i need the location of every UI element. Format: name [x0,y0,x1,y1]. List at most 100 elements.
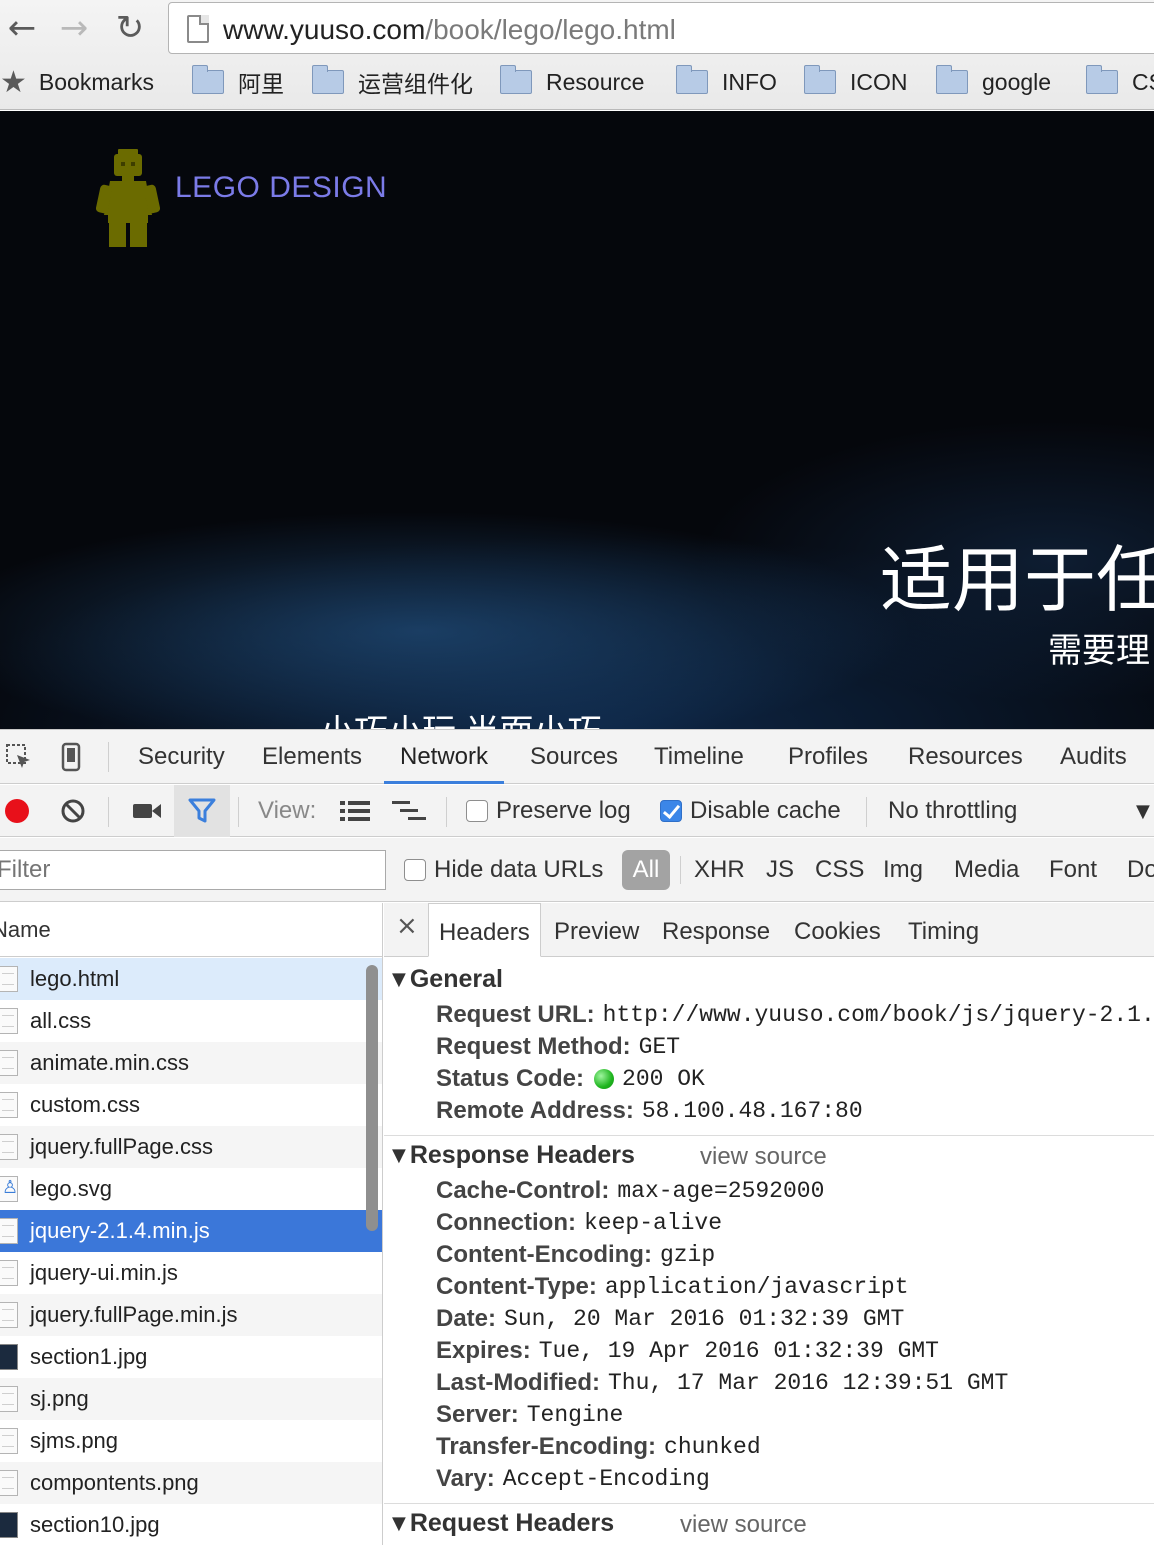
devtools-panel: Security Elements Network Sources Timeli… [0,729,1154,1545]
tab-sources[interactable]: Sources [530,730,618,784]
bookmark-label: INFO [722,68,777,95]
request-name: compontents.png [30,1470,199,1495]
hide-data-urls-checkbox[interactable]: Hide data URLs [404,838,603,902]
filter-all-button[interactable]: All [622,850,670,890]
filter-input[interactable] [0,850,386,890]
tab-security[interactable]: Security [138,730,225,784]
request-row[interactable]: sjms.png [0,1420,382,1462]
bookmark-folder[interactable]: 阿里 [192,60,284,104]
request-row[interactable]: compontents.png [0,1462,382,1504]
header-value: keep-alive [583,1210,723,1236]
request-list-scrollbar[interactable] [366,965,378,1231]
back-button[interactable]: ← [0,6,44,50]
tab-timing[interactable]: Timing [908,903,979,957]
disable-cache-checkbox[interactable]: Disable cache [660,785,841,837]
request-row-selected[interactable]: jquery-2.1.4.min.js [0,1210,382,1252]
hero-cut-text: 小巧小玩 当面小巧 [320,715,700,729]
request-name: custom.css [30,1092,141,1117]
header-value: Thu, 17 Mar 2016 12:39:51 GMT [607,1370,1009,1396]
request-row[interactable]: all.css [0,1000,382,1042]
brand-title[interactable]: LEGO DESIGN [175,171,387,205]
filter-doc-button[interactable]: Do [1127,838,1154,902]
forward-button[interactable]: → [52,6,96,50]
view-source-link[interactable]: view source [680,1511,807,1539]
document-icon [0,1302,18,1328]
header-key: Request Method: [436,1033,631,1060]
address-bar[interactable]: www.yuuso.com/book/lego/lego.html [168,2,1154,54]
document-icon [0,1134,18,1160]
tab-preview[interactable]: Preview [554,903,639,957]
request-row[interactable]: lego.html [0,958,382,1000]
response-headers-section-header[interactable]: ▼ Response Headers [392,1141,635,1170]
bookmark-folder[interactable]: INFO [676,60,777,104]
capture-screenshots-icon[interactable] [130,794,164,828]
request-row[interactable]: jquery.fullPage.css [0,1126,382,1168]
filter-font-button[interactable]: Font [1049,838,1097,902]
name-column-header[interactable]: Name [0,903,382,957]
request-row[interactable]: custom.css [0,1084,382,1126]
header-row: Remote Address: 58.100.48.167:80 [436,1095,863,1127]
request-name: section1.jpg [30,1344,148,1369]
tab-audits[interactable]: Audits [1060,730,1127,784]
disable-cache-label: Disable cache [690,797,841,824]
image-thumbnail-icon [0,1470,18,1496]
throttling-select[interactable]: No throttling [888,785,1017,837]
browser-chrome: ← → ↻ www.yuuso.com/book/lego/lego.html … [0,0,1154,110]
bookmark-folder[interactable]: 运营组件化 [312,60,473,104]
folder-icon [804,65,836,94]
reload-button[interactable]: ↻ [108,6,152,50]
request-row[interactable]: sj.png [0,1378,382,1420]
preserve-log-checkbox[interactable]: Preserve log [466,785,631,837]
bookmarks-menu[interactable]: ★ Bookmarks [0,60,154,104]
request-row[interactable]: section1.jpg [0,1336,382,1378]
filter-js-button[interactable]: JS [766,838,794,902]
overview-icon[interactable] [392,794,426,828]
device-mode-icon[interactable] [54,740,88,774]
bookmark-label: Bookmarks [38,68,154,95]
request-name: section10.jpg [30,1512,160,1537]
request-headers-section-header[interactable]: ▼ Request Headers [392,1509,614,1538]
bookmark-label: ICON [850,68,908,95]
separator [680,856,681,884]
hide-data-urls-label: Hide data URLs [434,856,604,883]
tab-resources[interactable]: Resources [908,730,1023,784]
filter-icon[interactable] [185,794,219,828]
bookmark-folder[interactable]: ICON [804,60,908,104]
lego-figure-logo[interactable] [96,149,160,247]
tab-response[interactable]: Response [662,903,770,957]
general-section-header[interactable]: ▼ General [392,965,503,994]
bookmark-folder[interactable]: CS [1086,60,1154,104]
filter-xhr-button[interactable]: XHR [694,838,745,902]
bookmark-folder[interactable]: google [936,60,1051,104]
collapse-triangle-icon: ▼ [392,969,406,990]
record-icon[interactable] [0,794,34,828]
view-source-link[interactable]: view source [700,1143,827,1171]
tab-timeline[interactable]: Timeline [654,730,744,784]
header-key: Last-Modified: [436,1369,600,1396]
inspect-element-icon[interactable] [2,740,36,774]
tab-elements[interactable]: Elements [262,730,362,784]
bookmark-folder[interactable]: Resource [500,60,644,104]
request-row[interactable]: animate.min.css [0,1042,382,1084]
header-row: Expires: Tue, 19 Apr 2016 01:32:39 GMT [436,1335,939,1367]
general-title: General [409,965,503,993]
clear-icon[interactable] [56,794,90,828]
filter-css-button[interactable]: CSS [815,838,864,902]
request-row[interactable]: section10.jpg [0,1504,382,1545]
tab-cookies[interactable]: Cookies [794,903,881,957]
dropdown-arrow-icon[interactable]: ▼ [1136,785,1150,837]
request-row[interactable]: jquery-ui.min.js [0,1252,382,1294]
tab-headers[interactable]: Headers [428,903,541,957]
close-icon[interactable]: × [396,911,418,941]
tab-network[interactable]: Network [384,730,505,784]
filter-media-button[interactable]: Media [954,838,1019,902]
folder-icon [1086,65,1118,94]
request-row[interactable]: lego.svg [0,1168,382,1210]
request-row[interactable]: jquery.fullPage.min.js [0,1294,382,1336]
star-icon: ★ [0,64,27,100]
tab-profiles[interactable]: Profiles [788,730,868,784]
filter-img-button[interactable]: Img [883,838,923,902]
large-rows-icon[interactable] [338,794,372,828]
document-icon [0,1050,18,1076]
hero-subtitle: 需要理 [1048,631,1150,671]
